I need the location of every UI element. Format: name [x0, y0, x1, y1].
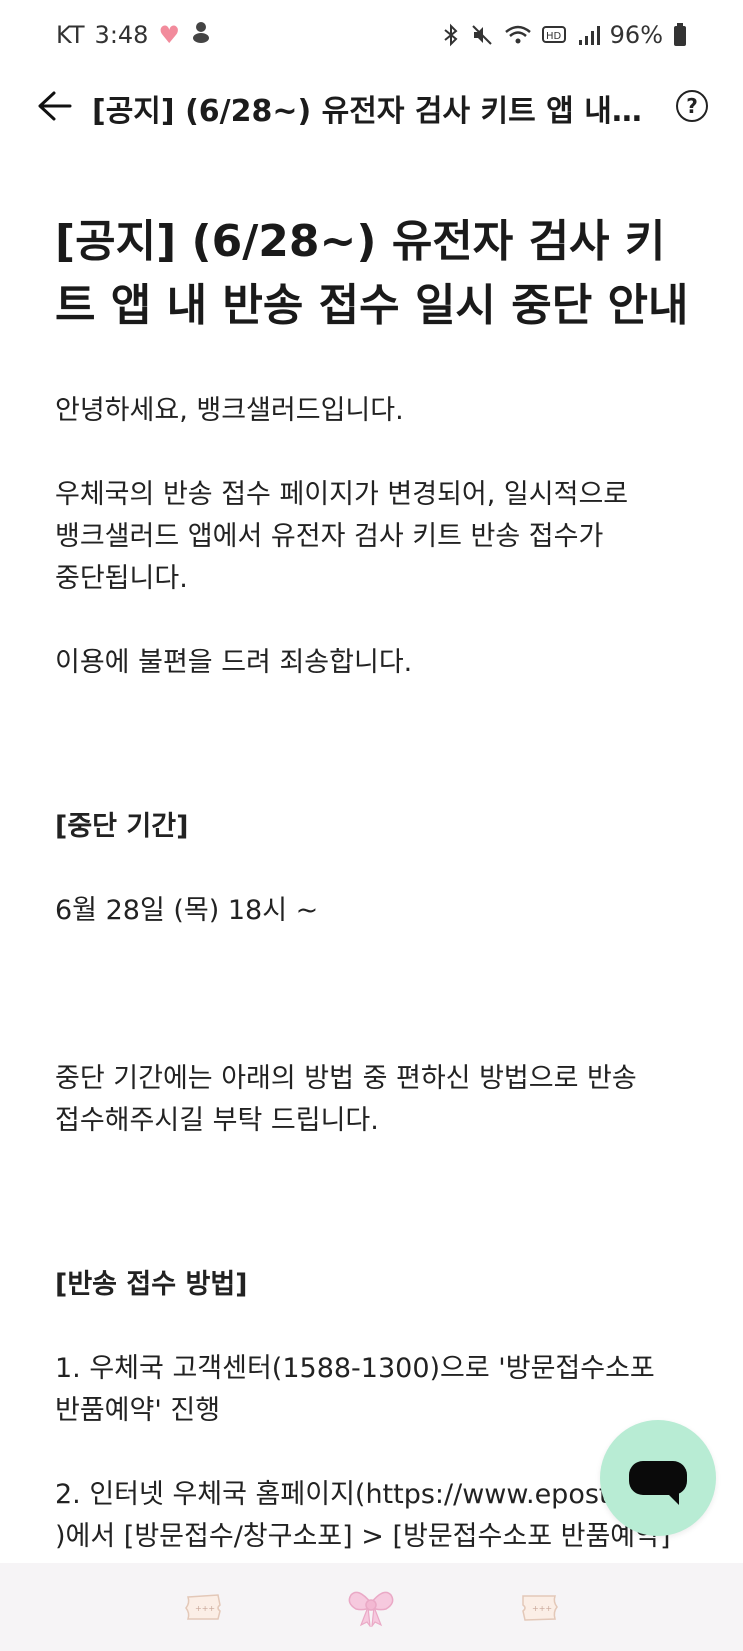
help-button[interactable]: ?	[676, 90, 708, 122]
signal-icon	[578, 24, 600, 46]
status-left: KT 3:48 ♥	[56, 20, 212, 50]
apology-text: 이용에 불편을 드려 죄송합니다.	[55, 647, 413, 678]
ticket-right-icon: +++	[522, 1595, 559, 1621]
method-heading: [반송 접수 방법]	[55, 1269, 248, 1300]
nav-right-button[interactable]: +++	[509, 1582, 569, 1632]
notice-text: 우체국의 반송 접수 페이지가 변경되어, 일시적으로 뱅크샐러드 앱에서 유전…	[55, 479, 629, 594]
greeting-text: 안녕하세요, 뱅크샐러드입니다.	[55, 395, 404, 426]
nav-left-button[interactable]: +++	[174, 1582, 234, 1632]
back-button[interactable]	[32, 84, 76, 128]
help-circle-icon: ?	[686, 94, 698, 118]
mute-icon	[470, 23, 494, 47]
period-guide-text: 중단 기간에는 아래의 방법 중 편하신 방법으로 반송 접수해주시길 부탁 드…	[55, 1063, 637, 1136]
period-value: 6월 28일 (목) 18시 ~	[55, 895, 319, 926]
hd-icon: HD	[541, 24, 568, 46]
chat-button[interactable]	[600, 1420, 716, 1536]
status-bar: KT 3:48 ♥ HD 96%	[0, 0, 743, 70]
status-right: HD 96%	[442, 21, 687, 49]
battery-label: 96%	[609, 21, 663, 49]
period-heading: [중단 기간]	[55, 811, 189, 842]
bottom-nav-bar: +++ +++	[0, 1563, 743, 1651]
bluetooth-icon	[442, 23, 460, 47]
article-title: [공지] (6/28~) 유전자 검사 키트 앱 내 반송 접수 일시 중단 안…	[55, 216, 689, 331]
clock: 3:48	[94, 21, 149, 49]
method-1-text: 1. 우체국 고객센터(1588-1300)으로 '방문접수소포 반품예약' 진…	[55, 1353, 655, 1426]
notification-icon	[190, 20, 212, 50]
wifi-icon	[504, 23, 532, 47]
chat-bubble-icon	[629, 1461, 687, 1505]
nav-home-button[interactable]	[341, 1582, 401, 1632]
app-bar: [공지] (6/28~) 유전자 검사 키트 앱 내 반송 접수 일시 중단 안…	[0, 70, 743, 140]
heart-icon: ♥	[158, 21, 180, 49]
ticket-left-icon: +++	[184, 1594, 221, 1620]
svg-text:HD: HD	[546, 31, 562, 42]
article-body: [공지] (6/28~) 유전자 검사 키트 앱 내 반송 접수 일시 중단 안…	[55, 210, 695, 1600]
method-2-text: 2. 인터넷 우체국 홈페이지(https://www.epost.go.kr …	[55, 1479, 687, 1552]
carrier-label: KT	[56, 21, 85, 49]
svg-text:+++: +++	[195, 1604, 215, 1613]
battery-icon	[673, 23, 687, 47]
ribbon-icon	[349, 1591, 394, 1627]
page-title: [공지] (6/28~) 유전자 검사 키트 앱 내 반송 접수 일시 중단 안…	[92, 94, 652, 129]
svg-text:+++: +++	[532, 1604, 552, 1613]
back-arrow-icon	[38, 91, 72, 121]
